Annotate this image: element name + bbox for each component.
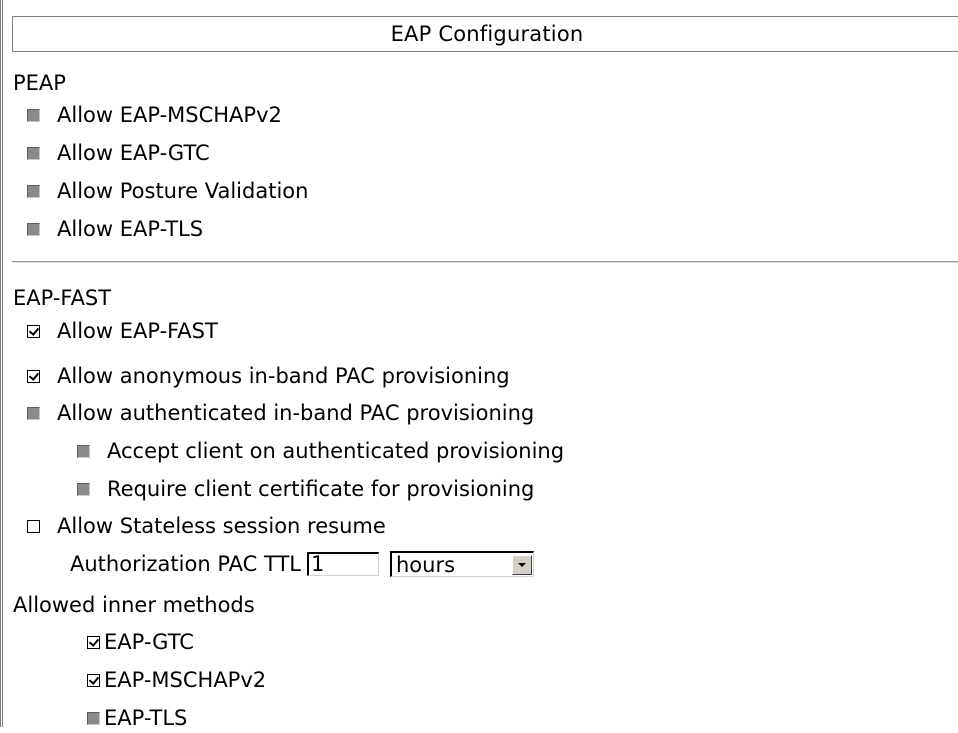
pac-ttl-label: Authorization PAC TTL	[70, 552, 301, 576]
inner-method-tls-option[interactable]: EAP-TLS	[87, 703, 187, 733]
inner-method-tls-label: EAP-TLS	[104, 706, 188, 730]
peap-allow-mschapv2-checkbox[interactable]	[27, 108, 40, 122]
peap-allow-posture-checkbox[interactable]	[27, 184, 40, 198]
peap-allow-mschapv2-option[interactable]: Allow EAP-MSCHAPv2	[27, 100, 282, 130]
peap-allow-posture-label: Allow Posture Validation	[57, 179, 309, 203]
inner-method-mschapv2-option[interactable]: EAP-MSCHAPv2	[87, 665, 266, 695]
allow-authenticated-pac-checkbox[interactable]	[27, 406, 40, 420]
require-cert-checkbox[interactable]	[77, 482, 90, 496]
peap-allow-gtc-label: Allow EAP-GTC	[57, 141, 210, 165]
allow-eap-fast-label: Allow EAP-FAST	[57, 319, 218, 343]
accept-client-option[interactable]: Accept client on authenticated provision…	[77, 436, 564, 466]
pac-ttl-row: Authorization PAC TTL 1 hours	[70, 549, 534, 579]
peap-allow-tls-option[interactable]: Allow EAP-TLS	[27, 214, 203, 244]
eap-configuration-panel: EAP Configuration PEAP Allow EAP-MSCHAPv…	[0, 0, 958, 730]
inner-method-tls-checkbox[interactable]	[87, 711, 100, 725]
allow-anonymous-pac-option[interactable]: Allow anonymous in-band PAC provisioning	[27, 361, 510, 391]
allow-anonymous-pac-checkbox[interactable]	[27, 369, 40, 383]
allow-eap-fast-checkbox[interactable]	[27, 324, 40, 338]
eap-fast-section-title: EAP-FAST	[13, 286, 112, 310]
inner-method-mschapv2-checkbox[interactable]	[87, 673, 100, 687]
dropdown-button[interactable]	[511, 554, 532, 575]
peap-allow-gtc-option[interactable]: Allow EAP-GTC	[27, 138, 210, 168]
allow-authenticated-pac-label: Allow authenticated in-band PAC provisio…	[57, 401, 535, 425]
allow-eap-fast-option[interactable]: Allow EAP-FAST	[27, 316, 218, 346]
peap-section-title: PEAP	[13, 71, 66, 95]
pac-ttl-unit-value: hours	[395, 552, 456, 577]
accept-client-checkbox[interactable]	[77, 444, 90, 458]
pac-ttl-input[interactable]: 1	[306, 552, 379, 576]
inner-method-gtc-checkbox[interactable]	[87, 635, 100, 649]
inner-method-mschapv2-label: EAP-MSCHAPv2	[104, 668, 267, 692]
accept-client-label: Accept client on authenticated provision…	[107, 439, 565, 463]
peap-allow-mschapv2-label: Allow EAP-MSCHAPv2	[57, 103, 282, 127]
require-cert-label: Require client certificate for provision…	[107, 477, 535, 501]
allow-stateless-option[interactable]: Allow Stateless session resume	[27, 511, 386, 541]
pac-ttl-unit-select[interactable]: hours	[389, 551, 534, 577]
inner-method-gtc-option[interactable]: EAP-GTC	[87, 627, 194, 657]
section-divider	[12, 261, 958, 263]
require-cert-option[interactable]: Require client certificate for provision…	[77, 474, 534, 504]
allow-anonymous-pac-label: Allow anonymous in-band PAC provisioning	[57, 364, 510, 388]
peap-allow-posture-option[interactable]: Allow Posture Validation	[27, 176, 308, 206]
peap-allow-gtc-checkbox[interactable]	[27, 146, 40, 160]
inner-method-gtc-label: EAP-GTC	[104, 630, 194, 654]
panel-header: EAP Configuration	[12, 16, 958, 52]
chevron-down-icon	[517, 562, 526, 567]
allow-authenticated-pac-option[interactable]: Allow authenticated in-band PAC provisio…	[27, 398, 534, 428]
peap-allow-tls-checkbox[interactable]	[27, 222, 40, 236]
inner-methods-heading: Allowed inner methods	[13, 590, 255, 620]
peap-allow-tls-label: Allow EAP-TLS	[57, 217, 204, 241]
inner-methods-label: Allowed inner methods	[13, 593, 255, 617]
allow-stateless-checkbox[interactable]	[27, 519, 40, 533]
allow-stateless-label: Allow Stateless session resume	[57, 514, 386, 538]
